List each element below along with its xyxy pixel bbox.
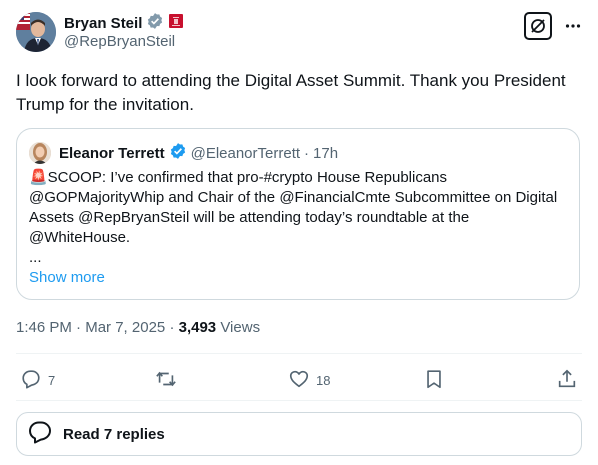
- quoted-author-name: Eleanor Terrett: [59, 144, 165, 162]
- more-options-icon[interactable]: [562, 15, 584, 37]
- verified-blue-icon: [169, 142, 187, 164]
- like-count: 18: [316, 373, 331, 388]
- heart-icon: [288, 368, 310, 393]
- replies-bubble-icon: [27, 419, 53, 449]
- repost-button[interactable]: [155, 368, 177, 393]
- divider: [16, 353, 582, 354]
- read-replies-button[interactable]: Read 7 replies: [16, 412, 582, 456]
- quoted-author-avatar: [29, 142, 51, 164]
- bookmark-icon: [423, 368, 445, 393]
- views-label: Views: [220, 319, 261, 336]
- views-count: 3,493: [178, 319, 217, 336]
- like-button[interactable]: 18: [288, 368, 330, 393]
- share-icon: [556, 368, 578, 393]
- action-bar: 7 18: [16, 365, 582, 395]
- author-avatar[interactable]: [16, 12, 56, 52]
- quoted-post[interactable]: Eleanor Terrett @EleanorTerrett · 17h 🚨S…: [16, 128, 580, 300]
- quoted-post-time: 17h: [313, 144, 339, 162]
- reply-count: 7: [48, 373, 56, 388]
- quoted-time-separator: ·: [304, 144, 310, 162]
- author-name[interactable]: Bryan Steil: [64, 15, 142, 32]
- verified-gray-icon: [146, 12, 164, 34]
- post-date[interactable]: Mar 7, 2025: [85, 319, 165, 336]
- author-name-row: Bryan Steil: [64, 12, 184, 34]
- grok-icon[interactable]: [524, 12, 552, 40]
- us-house-seal-icon: [168, 13, 184, 33]
- bookmark-button[interactable]: [423, 368, 445, 393]
- post-metadata: 1:46 PM · Mar 7, 2025 · 3,493 Views: [16, 319, 260, 336]
- meta-separator: ·: [169, 319, 175, 336]
- quoted-author-handle: @EleanorTerrett: [190, 144, 301, 162]
- post-text: I look forward to attending the Digital …: [16, 71, 566, 114]
- meta-separator: ·: [76, 319, 82, 336]
- share-button[interactable]: [556, 368, 578, 393]
- quoted-post-text: 🚨SCOOP: I’ve confirmed that pro-#crypto …: [29, 169, 558, 246]
- author-handle[interactable]: @RepBryanSteil: [64, 33, 175, 50]
- repost-icon: [155, 368, 177, 393]
- divider: [16, 400, 582, 401]
- reply-button[interactable]: 7: [20, 368, 55, 393]
- post-time[interactable]: 1:46 PM: [16, 319, 72, 336]
- read-replies-label: Read 7 replies: [63, 425, 165, 443]
- reply-icon: [20, 368, 42, 393]
- quoted-post-header: Eleanor Terrett @EleanorTerrett · 17h: [29, 142, 338, 164]
- show-more-link[interactable]: Show more: [29, 268, 105, 288]
- quoted-post-ellipsis: ...: [29, 249, 42, 266]
